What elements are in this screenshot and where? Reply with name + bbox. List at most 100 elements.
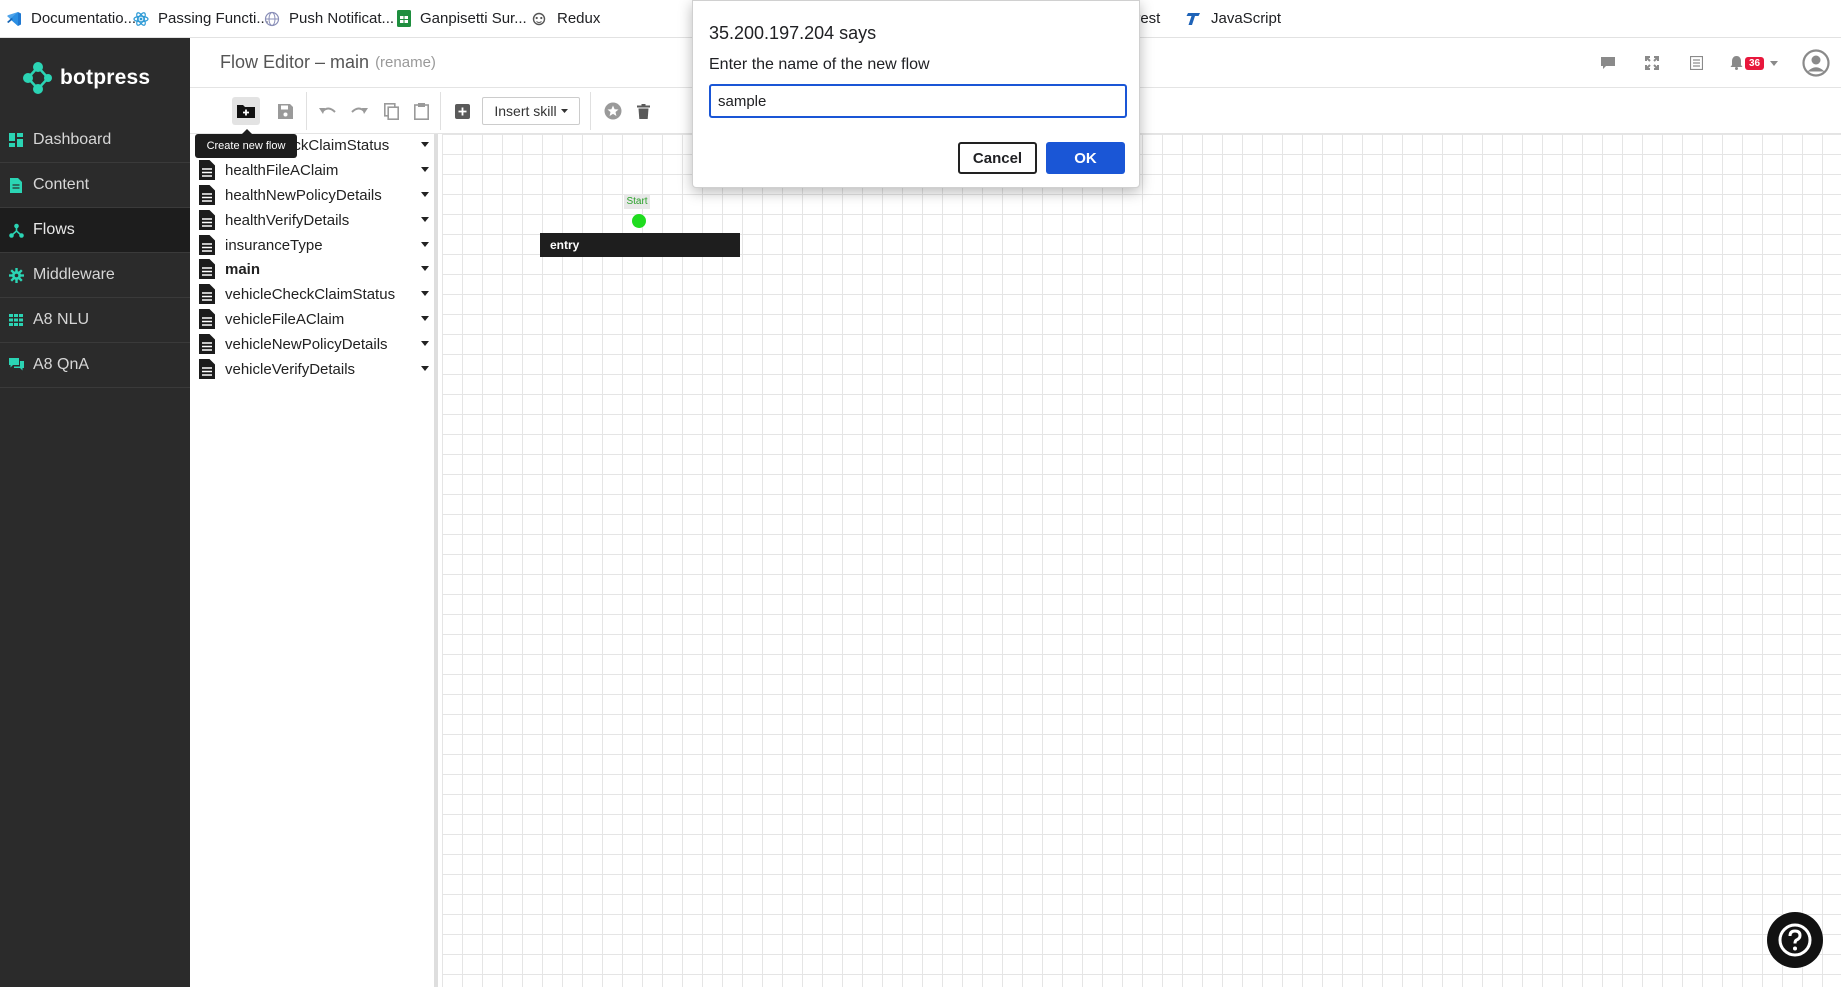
flow-item-healthfileaclaim[interactable]: healthFileAClaim — [199, 159, 429, 181]
caret-down-icon[interactable] — [421, 266, 429, 271]
user-avatar-icon[interactable] — [1801, 48, 1831, 78]
copy-icon — [383, 102, 399, 120]
add-node-button[interactable] — [451, 100, 473, 122]
flow-name: vehicleFileAClaim — [225, 310, 345, 328]
caret-down-icon[interactable] — [421, 291, 429, 296]
caret-down-icon[interactable] — [421, 217, 429, 222]
dialog-title: 35.200.197.204 says — [709, 23, 877, 43]
react-icon — [133, 10, 149, 28]
flow-item-main[interactable]: main — [199, 258, 429, 280]
bookmark-push-notifications[interactable]: Push Notificat... — [262, 0, 395, 38]
bookmark-javascript[interactable]: JavaScript — [1182, 0, 1291, 38]
chevron-down-icon — [560, 109, 568, 113]
set-start-button[interactable] — [602, 100, 624, 122]
content-icon — [8, 177, 24, 193]
sidebar-item-nlu[interactable]: A8 NLU — [0, 298, 190, 343]
qna-icon — [8, 357, 24, 373]
header-actions: 36 — [1597, 38, 1841, 88]
redux-icon — [530, 10, 548, 28]
sidebar-item-qna[interactable]: A8 QnA — [0, 343, 190, 388]
delete-button[interactable] — [632, 100, 654, 122]
dashboard-icon — [8, 132, 24, 148]
file-icon — [199, 334, 215, 354]
paste-button[interactable] — [410, 100, 432, 122]
caret-down-icon[interactable] — [421, 192, 429, 197]
ok-button[interactable]: OK — [1046, 142, 1125, 174]
caret-down-icon[interactable] — [421, 316, 429, 321]
fullscreen-icon[interactable] — [1641, 52, 1663, 74]
flow-item-vehiclenewpolicydetails[interactable]: vehicleNewPolicyDetails — [199, 333, 429, 355]
prompt-dialog: 35.200.197.204 says Enter the name of th… — [692, 0, 1140, 188]
flow-name: vehicleNewPolicyDetails — [225, 335, 388, 353]
bookmark-passing-functions[interactable]: Passing Functi... — [131, 0, 269, 38]
flow-item-vehicleverifydetails[interactable]: vehicleVerifyDetails — [199, 358, 429, 380]
question-icon — [1778, 923, 1812, 957]
sidebar-item-middleware[interactable]: Middleware — [0, 253, 190, 298]
flow-item-vehiclecheckclaimstatus[interactable]: vehicleCheckClaimStatus — [199, 283, 429, 305]
flow-name: healthNewPolicyDetails — [225, 186, 382, 204]
notifications-button[interactable]: 36 — [1729, 52, 1779, 74]
sidebar-item-flows[interactable]: Flows — [0, 208, 190, 253]
file-icon — [199, 284, 215, 304]
plus-square-icon — [454, 103, 470, 119]
flows-icon — [8, 222, 24, 238]
flow-name: healthVerifyDetails — [225, 211, 350, 229]
logs-icon[interactable] — [1685, 52, 1707, 74]
chevron-down-icon — [1770, 60, 1779, 66]
flow-item-healthnewpolicydetails[interactable]: healthNewPolicyDetails — [199, 184, 429, 206]
create-flow-button[interactable] — [232, 97, 260, 125]
sidebar-item-label: Middleware — [33, 266, 115, 283]
page-title: Flow Editor – main — [220, 52, 370, 72]
notification-badge: 36 — [1744, 56, 1765, 70]
file-icon — [199, 160, 215, 180]
sidebar-item-label: A8 QnA — [33, 356, 90, 373]
undo-icon — [319, 107, 336, 114]
toolbar-divider — [440, 92, 441, 130]
flow-item-vehiclefileaclaim[interactable]: vehicleFileAClaim — [199, 308, 429, 330]
create-flow-tooltip: Create new flow — [195, 129, 297, 158]
botpress-logo[interactable]: botpress — [0, 38, 190, 118]
save-button[interactable] — [274, 100, 296, 122]
rename-link[interactable]: (rename) — [375, 54, 436, 71]
entry-node[interactable]: entry — [540, 233, 740, 257]
flow-name: main — [225, 260, 261, 278]
vscode-icon — [6, 10, 22, 28]
chat-icon[interactable] — [1597, 52, 1619, 74]
caret-down-icon[interactable] — [421, 366, 429, 371]
flow-name-input[interactable] — [709, 84, 1127, 118]
flow-name: vehicleVerifyDetails — [225, 360, 356, 378]
caret-down-icon[interactable] — [421, 142, 429, 147]
globe-icon — [264, 10, 280, 28]
bookmark-ganpisetti[interactable]: Ganpisetti Sur... — [395, 0, 528, 38]
bookmark-redux[interactable]: Redux — [528, 0, 610, 38]
flow-item-healthverifydetails[interactable]: healthVerifyDetails — [199, 209, 429, 231]
caret-down-icon[interactable] — [421, 167, 429, 172]
flow-item-insurancetype[interactable]: insuranceType — [199, 234, 429, 256]
help-button[interactable] — [1767, 912, 1823, 968]
folder-plus-icon — [237, 105, 255, 118]
caret-down-icon[interactable] — [421, 242, 429, 247]
cancel-button[interactable]: Cancel — [958, 142, 1037, 174]
bookmark-documentation[interactable]: Documentatio... — [4, 0, 136, 38]
dialog-message: Enter the name of the new flow — [709, 56, 930, 73]
caret-down-icon[interactable] — [421, 341, 429, 346]
main-sidebar: botpress Dashboard Content Flows Middlew… — [0, 38, 190, 987]
copy-button[interactable] — [380, 100, 402, 122]
flow-name: insuranceType — [225, 236, 323, 254]
trash-icon — [636, 103, 650, 119]
undo-button[interactable] — [317, 100, 339, 122]
sidebar-item-label: Content — [33, 176, 90, 193]
file-icon — [199, 185, 215, 205]
toolbar-divider — [306, 92, 307, 130]
start-port[interactable] — [632, 214, 646, 228]
star-circle-icon — [604, 102, 622, 120]
redo-button[interactable] — [348, 100, 370, 122]
insert-skill-label: Insert skill — [494, 103, 557, 119]
file-icon — [199, 259, 215, 279]
sidebar-item-content[interactable]: Content — [0, 163, 190, 208]
botpress-logo-icon — [23, 62, 52, 94]
sidebar-item-dashboard[interactable]: Dashboard — [0, 118, 190, 163]
flow-diagram-canvas[interactable]: Start entry — [442, 134, 1841, 987]
insert-skill-dropdown[interactable]: Insert skill — [482, 97, 580, 125]
sidebar-item-label: Dashboard — [33, 131, 112, 148]
